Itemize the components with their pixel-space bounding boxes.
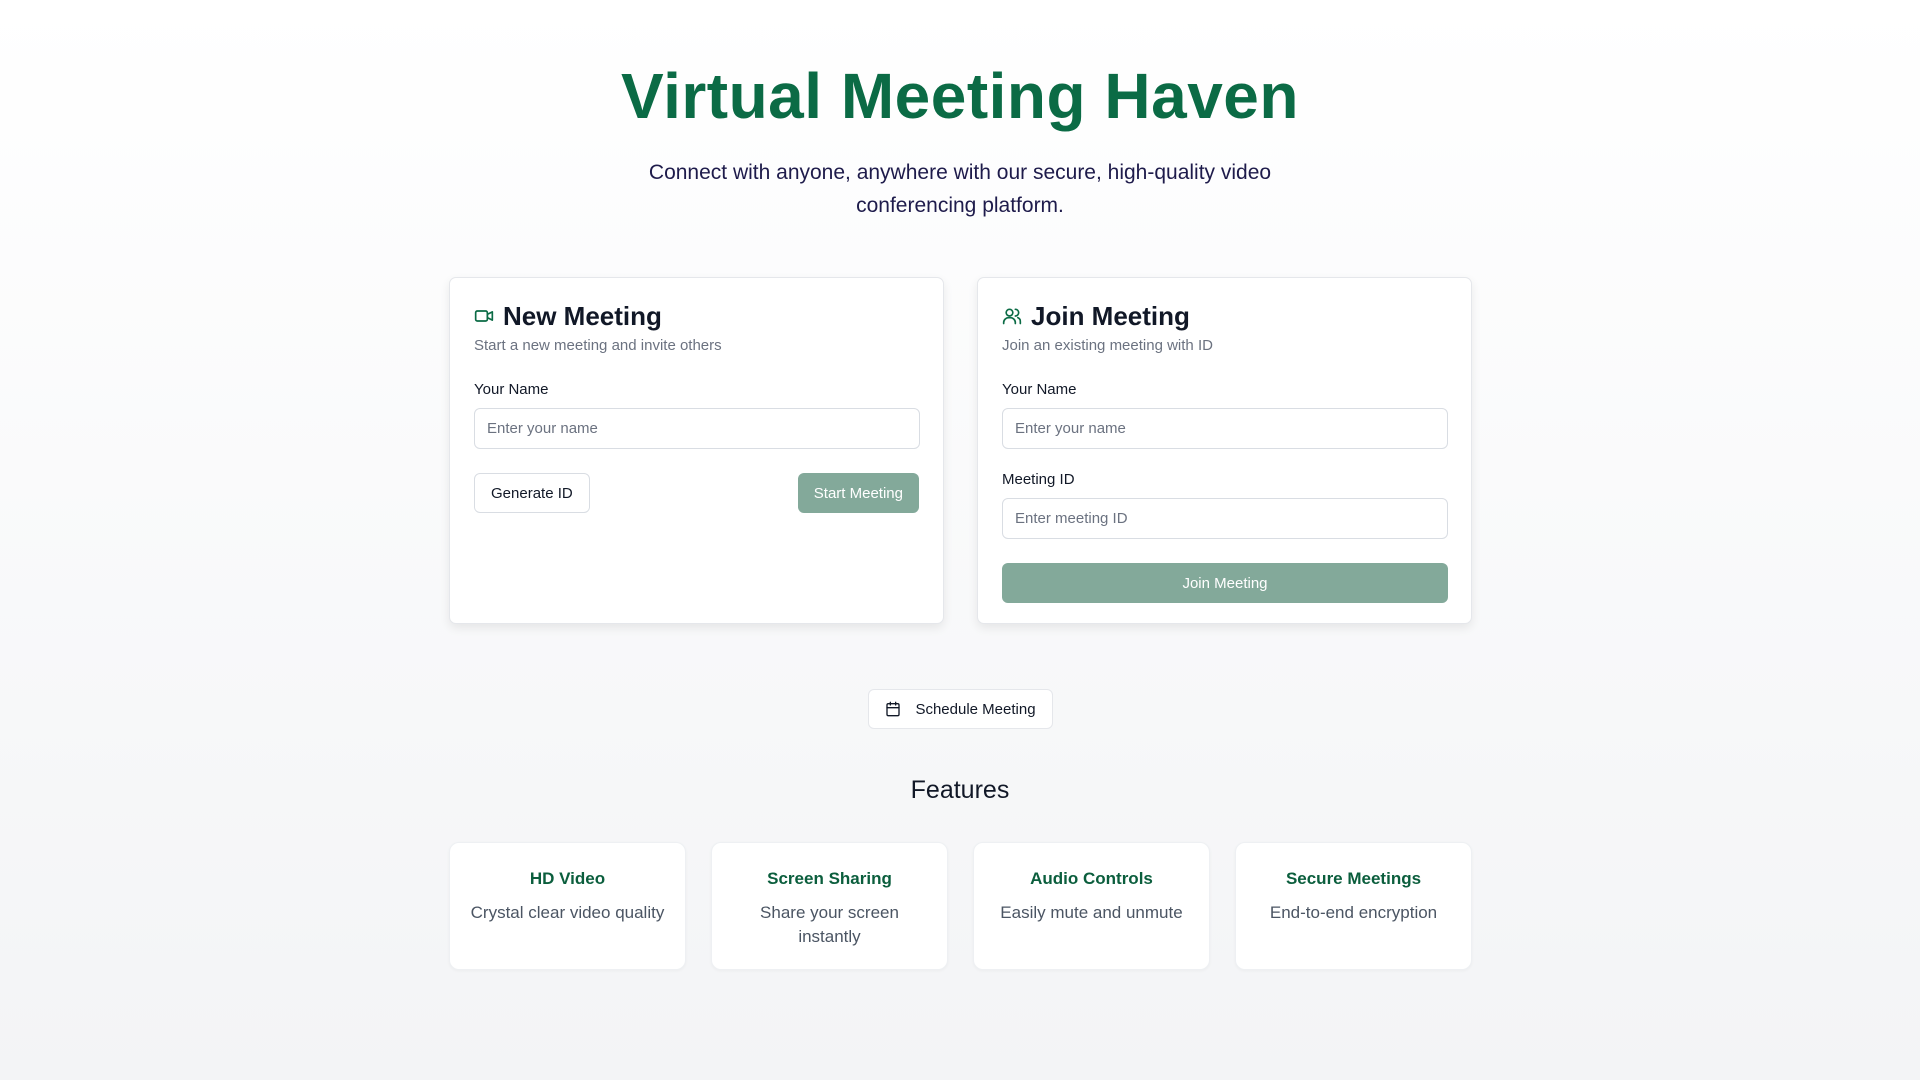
join-meeting-title: Join Meeting xyxy=(1031,301,1190,331)
new-meeting-actions: Generate ID Start Meeting xyxy=(474,473,919,513)
feature-title: Audio Controls xyxy=(1030,869,1153,888)
join-meeting-button[interactable]: Join Meeting xyxy=(1002,563,1448,603)
feature-card-secure-meetings: Secure Meetings End-to-end encryption xyxy=(1235,842,1472,970)
join-meeting-name-input[interactable] xyxy=(1002,408,1448,449)
feature-description: End-to-end encryption xyxy=(1269,903,1438,922)
feature-description: Share your screen instantly xyxy=(760,903,899,946)
join-meeting-subtitle: Join an existing meeting with ID xyxy=(1002,337,1213,354)
page-title: Virtual Meeting Haven xyxy=(621,60,1299,132)
feature-card-screen-sharing: Screen Sharing Share your screen instant… xyxy=(711,842,948,970)
feature-description: Easily mute and unmute xyxy=(1000,903,1183,922)
generate-id-button[interactable]: Generate ID xyxy=(474,473,590,513)
hero: Virtual Meeting Haven Connect with anyon… xyxy=(0,0,1920,222)
join-meeting-header: Join Meeting xyxy=(1002,300,1447,332)
schedule-meeting-button[interactable]: Schedule Meeting xyxy=(868,689,1053,729)
page-subtitle: Connect with anyone, anywhere with our s… xyxy=(648,161,1272,217)
new-meeting-subtitle: Start a new meeting and invite others xyxy=(474,337,722,354)
calendar-icon xyxy=(885,701,901,717)
join-meeting-name-label: Your Name xyxy=(1002,381,1077,398)
new-meeting-title: New Meeting xyxy=(503,301,662,331)
schedule-meeting-label: Schedule Meeting xyxy=(915,700,1036,718)
video-icon xyxy=(474,306,494,326)
new-meeting-header: New Meeting xyxy=(474,300,919,332)
meeting-id-label: Meeting ID xyxy=(1002,471,1075,488)
feature-title: HD Video xyxy=(529,869,606,888)
meeting-cards: New Meeting Start a new meeting and invi… xyxy=(449,277,1472,624)
new-meeting-name-label: Your Name xyxy=(474,381,549,398)
new-meeting-name-input[interactable] xyxy=(474,408,920,449)
feature-card-hd-video: HD Video Crystal clear video quality xyxy=(449,842,686,970)
feature-description: Crystal clear video quality xyxy=(470,903,665,922)
users-icon xyxy=(1002,306,1022,326)
feature-title: Screen Sharing xyxy=(767,869,892,888)
features-title: Features xyxy=(910,776,1010,804)
meeting-id-input[interactable] xyxy=(1002,498,1448,539)
feature-card-audio-controls: Audio Controls Easily mute and unmute xyxy=(973,842,1210,970)
join-meeting-card: Join Meeting Join an existing meeting wi… xyxy=(977,277,1472,624)
start-meeting-button[interactable]: Start Meeting xyxy=(797,473,919,513)
new-meeting-card: New Meeting Start a new meeting and invi… xyxy=(449,277,944,624)
feature-title: Secure Meetings xyxy=(1285,869,1422,888)
features-list: HD Video Crystal clear video quality Scr… xyxy=(449,842,1472,970)
page: Virtual Meeting Haven Connect with anyon… xyxy=(0,0,1920,1080)
